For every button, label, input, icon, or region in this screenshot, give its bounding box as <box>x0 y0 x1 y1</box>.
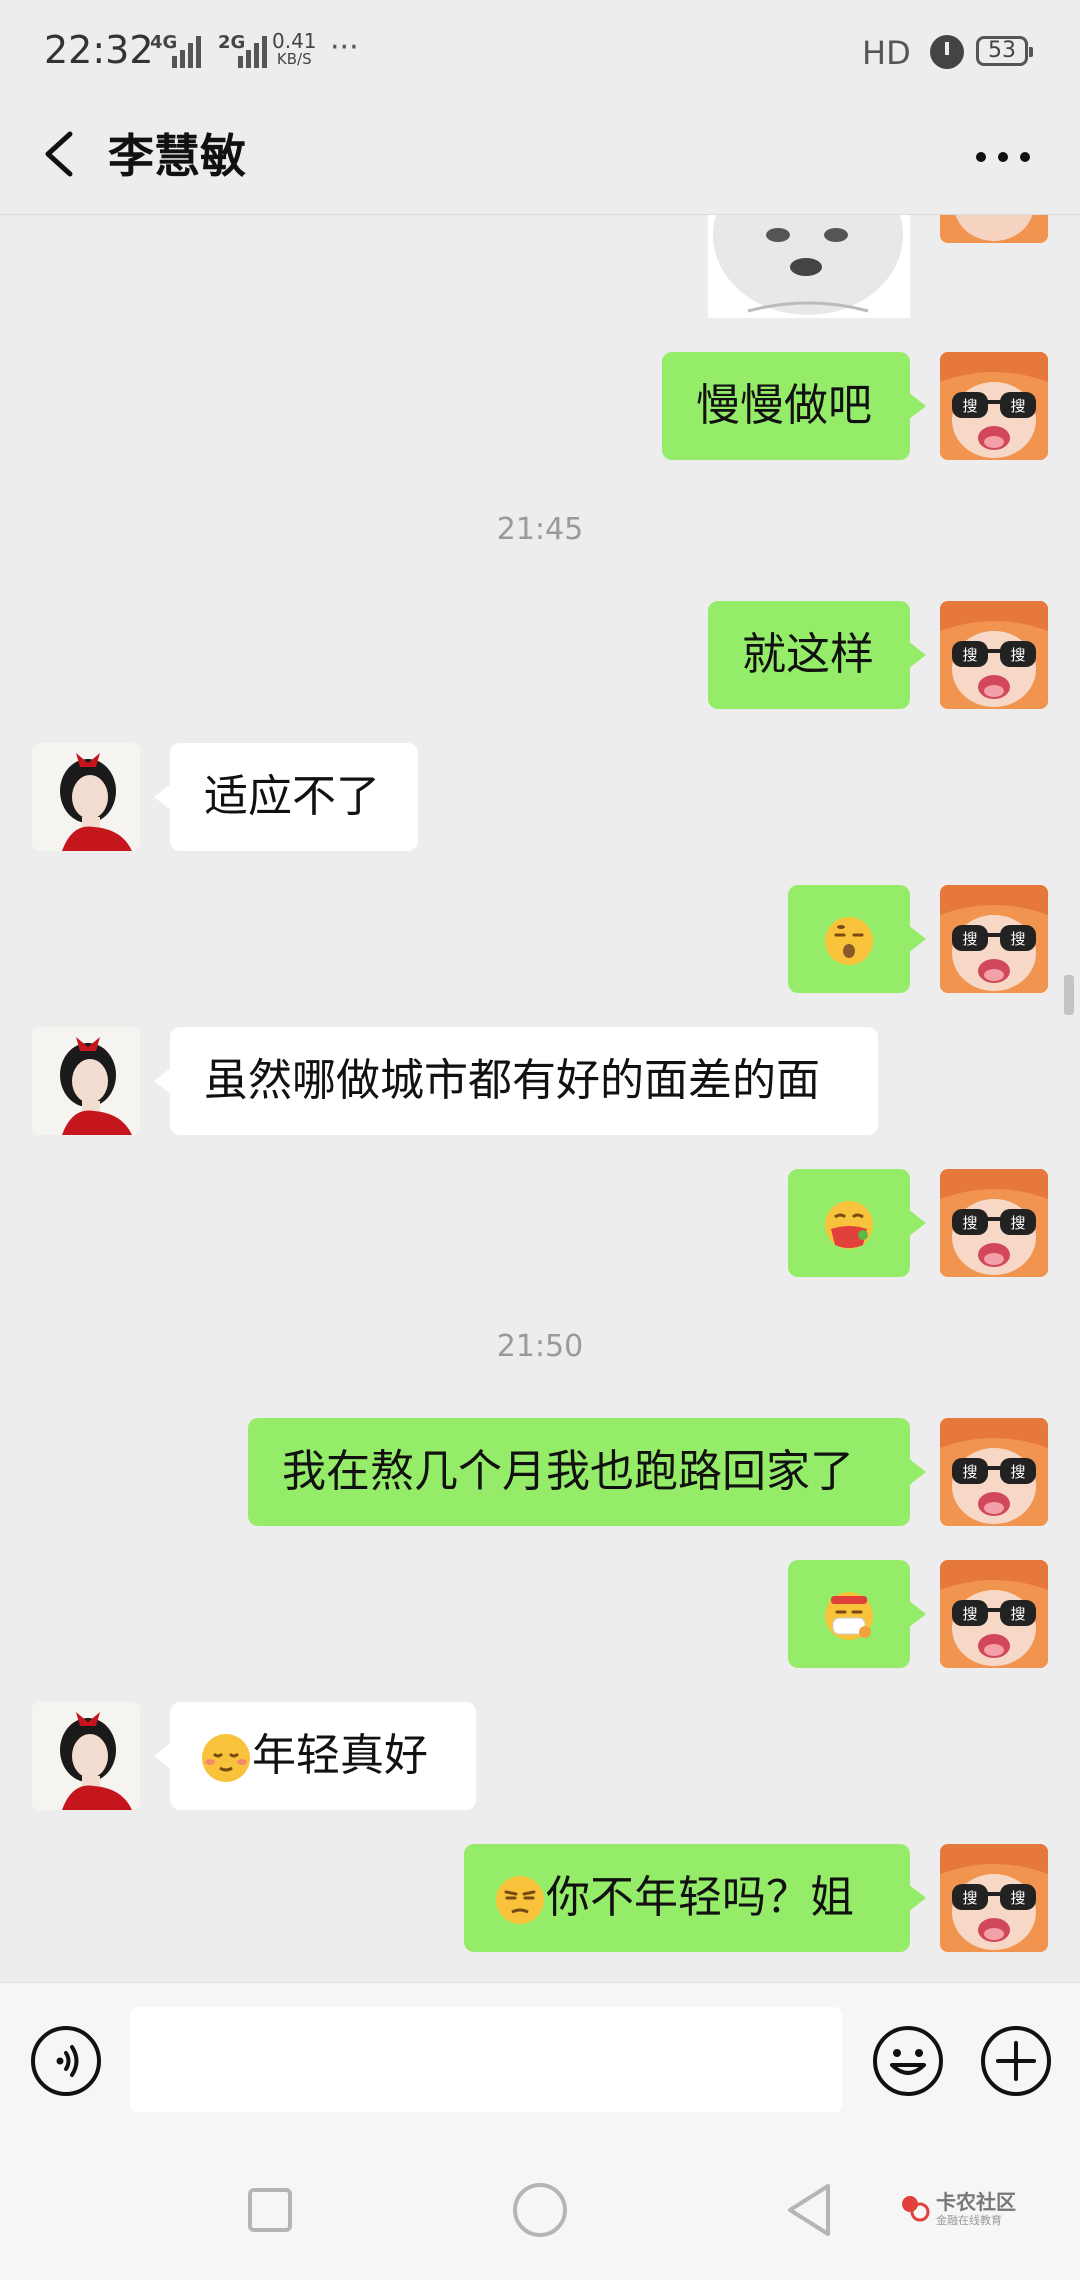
status-more: ··· <box>330 30 359 65</box>
message-list[interactable]: 慢慢做吧 搜 搜 21:45 就这样 搜 搜 适应不了 搜 搜 虽然哪做城市都有… <box>0 215 1080 1980</box>
status-bar: 22:32 4G 2G 0.41 KB/S ··· HD 53 <box>0 0 1080 100</box>
avatar[interactable]: 搜 搜 <box>940 1560 1048 1668</box>
message-bubble-received[interactable]: 适应不了 <box>154 743 418 851</box>
vomiting-face-emoji <box>825 1201 873 1249</box>
avatar[interactable]: 搜 搜 <box>940 1844 1048 1952</box>
signal-icon <box>172 36 201 68</box>
scrollbar[interactable] <box>1064 975 1074 1015</box>
message-bubble-received[interactable]: 虽然哪做城市都有好的面差的面 <box>154 1027 878 1135</box>
battery-icon: 53 <box>976 36 1033 66</box>
voice-icon[interactable] <box>30 2025 102 2097</box>
message-bubble-sent[interactable] <box>788 1560 926 1668</box>
svg-text:搜: 搜 <box>962 1889 977 1907</box>
avatar[interactable]: 搜 搜 <box>940 1418 1048 1526</box>
avatar[interactable] <box>940 215 1048 243</box>
message-bubble-sent[interactable] <box>788 1169 926 1277</box>
avatar[interactable]: 搜 搜 <box>940 1169 1048 1277</box>
watermark: 卡农社区 金融在线教育 <box>900 2186 1030 2232</box>
svg-text:搜: 搜 <box>1010 1214 1025 1232</box>
input-bar <box>0 1982 1080 2113</box>
smiley-icon[interactable] <box>872 2025 944 2097</box>
mask-face-emoji <box>825 1592 873 1640</box>
recent-apps-icon[interactable] <box>240 2180 300 2240</box>
back-triangle-icon[interactable] <box>780 2180 840 2240</box>
alarm-icon <box>930 35 964 69</box>
timestamp: 21:45 <box>496 512 584 547</box>
watermark-subtitle: 金融在线教育 <box>936 2214 1002 2227</box>
home-icon[interactable] <box>510 2180 570 2240</box>
message-text: 你不年轻吗？姐 <box>546 1872 854 1923</box>
svg-text:搜: 搜 <box>1010 397 1025 415</box>
svg-text:搜: 搜 <box>962 397 977 415</box>
svg-text:搜: 搜 <box>1010 1463 1025 1481</box>
message-bubble-received[interactable]: 年轻真好 <box>154 1702 476 1810</box>
message-bubble-sent[interactable]: 慢慢做吧 <box>662 352 926 460</box>
svg-text:搜: 搜 <box>1010 1605 1025 1623</box>
message-text: 慢慢做吧 <box>696 380 872 431</box>
svg-text:搜: 搜 <box>962 1463 977 1481</box>
message-bubble-sent[interactable]: 就这样 <box>708 601 926 709</box>
chevron-left-icon[interactable] <box>34 124 84 184</box>
avatar[interactable]: 搜 搜 <box>940 885 1048 993</box>
message-text: 适应不了 <box>204 771 380 822</box>
signal-icon <box>238 36 267 68</box>
svg-text:搜: 搜 <box>1010 930 1025 948</box>
avatar[interactable] <box>32 1027 140 1135</box>
relieved-face-emoji <box>202 1734 250 1782</box>
message-bubble-sent[interactable]: 我在熬几个月我也跑路回家了 <box>248 1418 926 1526</box>
unamused-face-emoji <box>496 1876 544 1924</box>
message-text: 就这样 <box>742 629 874 680</box>
avatar[interactable] <box>32 1702 140 1810</box>
svg-text:搜: 搜 <box>962 1605 977 1623</box>
svg-text:搜: 搜 <box>1010 646 1025 664</box>
message-bubble-sent[interactable] <box>788 885 926 993</box>
message-text: 年轻真好 <box>252 1730 428 1781</box>
sleepy-drooling-face-emoji <box>825 917 873 965</box>
watermark-logo-icon <box>902 2196 930 2222</box>
message-text: 虽然哪做城市都有好的面差的面 <box>204 1055 820 1106</box>
hd-indicator: HD <box>862 34 911 72</box>
sticker-image[interactable] <box>708 215 910 318</box>
timestamp: 21:50 <box>496 1329 584 1364</box>
message-bubble-sent[interactable]: 你不年轻吗？姐 <box>464 1844 926 1952</box>
plus-circle-icon[interactable] <box>980 2025 1052 2097</box>
more-dots-icon[interactable] <box>976 152 1032 164</box>
message-text: 我在熬几个月我也跑路回家了 <box>282 1446 854 1497</box>
status-time: 22:32 <box>44 28 154 72</box>
svg-text:搜: 搜 <box>962 1214 977 1232</box>
avatar[interactable]: 搜 搜 <box>940 601 1048 709</box>
chat-header: 李慧敏 <box>0 100 1080 215</box>
message-input[interactable] <box>130 2007 842 2113</box>
avatar[interactable] <box>32 743 140 851</box>
svg-text:搜: 搜 <box>962 646 977 664</box>
network-speed: 0.41 KB/S <box>272 29 317 68</box>
watermark-title: 卡农社区 <box>936 2190 1016 2214</box>
svg-text:搜: 搜 <box>1010 1889 1025 1907</box>
avatar[interactable]: 搜 搜 <box>940 352 1048 460</box>
navigation-bar: 卡农社区 金融在线教育 <box>0 2112 1080 2280</box>
chat-title: 李慧敏 <box>108 129 246 183</box>
svg-text:搜: 搜 <box>962 930 977 948</box>
